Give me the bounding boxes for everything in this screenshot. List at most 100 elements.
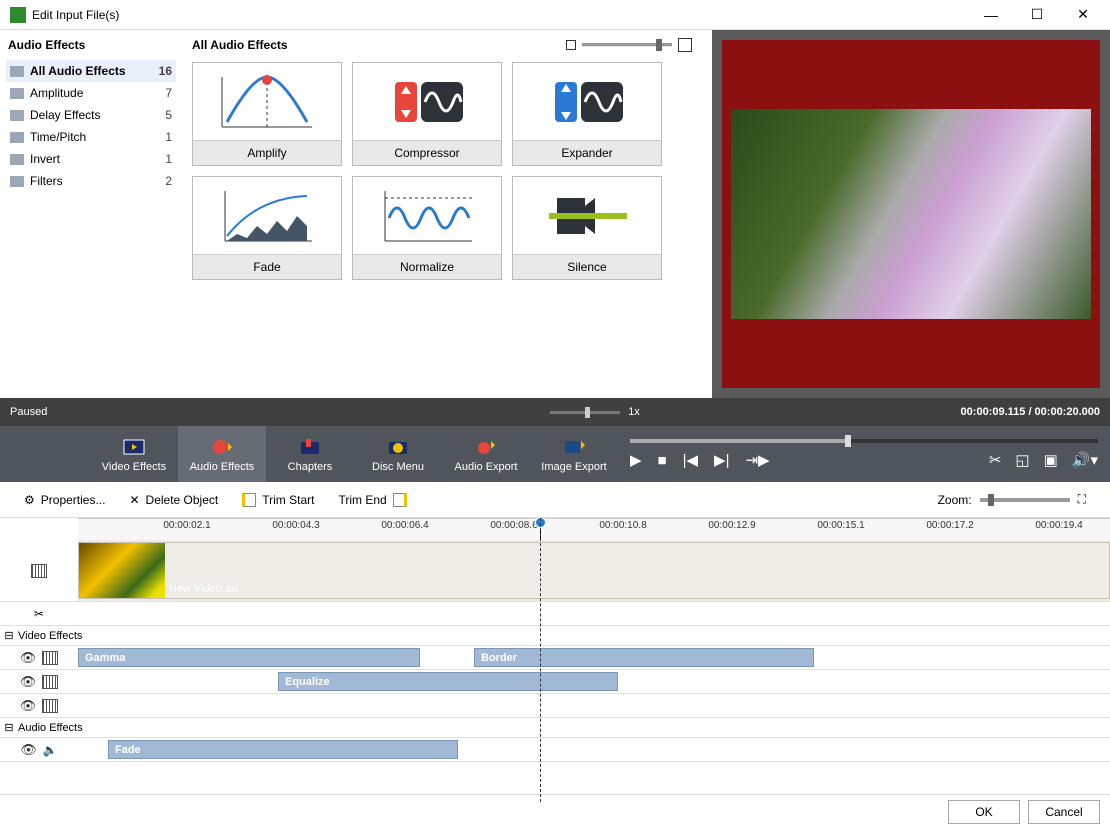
audio-export-icon bbox=[473, 436, 499, 458]
cancel-button[interactable]: Cancel bbox=[1028, 800, 1100, 824]
fit-zoom-icon[interactable]: ⛶ bbox=[1078, 492, 1086, 507]
timeline-ruler[interactable]: 00:00:02.1 00:00:04.3 00:00:06.4 00:00:0… bbox=[78, 518, 1110, 540]
ok-button[interactable]: OK bbox=[948, 800, 1020, 824]
filmstrip-icon bbox=[42, 699, 58, 713]
play-section-button[interactable]: ⇥▶ bbox=[745, 451, 769, 469]
video-effects-group[interactable]: ⊟ Video Effects bbox=[0, 626, 1110, 646]
audio-effects-icon bbox=[209, 436, 235, 458]
collapse-icon[interactable]: ⊟ bbox=[4, 629, 14, 642]
timeline: 00:00:02.1 00:00:04.3 00:00:06.4 00:00:0… bbox=[0, 518, 1110, 802]
tab-video-effects[interactable]: Video Effects bbox=[90, 426, 178, 482]
next-frame-button[interactable]: ▶| bbox=[714, 451, 729, 469]
eye-icon[interactable]: 👁 bbox=[20, 674, 37, 690]
large-thumb-icon bbox=[678, 38, 692, 52]
trim-start-button[interactable]: Trim Start bbox=[242, 493, 314, 507]
delete-object-button[interactable]: ✕ Delete Object bbox=[129, 493, 218, 507]
disc-menu-icon bbox=[385, 436, 411, 458]
sidebar-item-invert[interactable]: Invert 1 bbox=[6, 148, 176, 170]
tab-audio-export[interactable]: Audio Export bbox=[442, 426, 530, 482]
gear-icon: ⚙ bbox=[24, 493, 35, 507]
clip-border[interactable]: Border bbox=[474, 648, 814, 667]
clip-fade[interactable]: Fade bbox=[108, 740, 458, 759]
video-clip[interactable]: New Video.avi bbox=[78, 542, 1110, 599]
clip-equalize[interactable]: Equalize bbox=[278, 672, 618, 691]
sidebar-item-timepitch[interactable]: Time/Pitch 1 bbox=[6, 126, 176, 148]
eye-icon[interactable]: 👁 bbox=[20, 742, 37, 758]
filmstrip-icon bbox=[42, 675, 58, 689]
snapshot-icon[interactable]: ▣ bbox=[1044, 451, 1058, 469]
playback-speed: 1x bbox=[628, 406, 640, 418]
clip-thumbnail bbox=[79, 543, 165, 598]
folder-icon bbox=[10, 66, 24, 77]
playhead-line bbox=[540, 518, 541, 802]
filmstrip-icon bbox=[31, 564, 47, 578]
volume-icon[interactable]: 🔊▾ bbox=[1072, 451, 1098, 469]
preview-video[interactable] bbox=[722, 40, 1100, 388]
properties-button[interactable]: ⚙ Properties... bbox=[24, 493, 105, 507]
effects-sidebar: Audio Effects All Audio Effects 16 Ampli… bbox=[0, 30, 182, 398]
video-track[interactable]: New Video.avi bbox=[0, 540, 1110, 602]
speaker-icon: 🔈 bbox=[43, 743, 58, 757]
effect-fade[interactable]: Fade bbox=[192, 176, 342, 280]
scissors-icon[interactable]: ✂ bbox=[34, 607, 44, 621]
tab-chapters[interactable]: Chapters bbox=[266, 426, 354, 482]
trim-end-button[interactable]: Trim End bbox=[338, 493, 406, 507]
trim-start-icon bbox=[242, 493, 256, 507]
zoom-label: Zoom: bbox=[938, 493, 972, 507]
eye-icon[interactable]: 👁 bbox=[20, 650, 37, 666]
small-thumb-icon bbox=[566, 40, 576, 50]
collapse-icon[interactable]: ⊟ bbox=[4, 721, 14, 734]
thumb-slider-track[interactable] bbox=[582, 43, 672, 47]
stop-button[interactable]: ■ bbox=[658, 452, 667, 469]
tab-disc-menu[interactable]: Disc Menu bbox=[354, 426, 442, 482]
trim-end-icon bbox=[393, 493, 407, 507]
effect-amplify[interactable]: Amplify bbox=[192, 62, 342, 166]
seek-bar[interactable] bbox=[630, 439, 1098, 443]
cut-icon[interactable]: ✂ bbox=[989, 451, 1002, 469]
seek-area: ▶ ■ |◀ ▶| ⇥▶ ✂ ◱ ▣ 🔊▾ bbox=[618, 426, 1110, 482]
thumbnail-size-slider[interactable] bbox=[566, 38, 692, 52]
tab-image-export[interactable]: Image Export bbox=[530, 426, 618, 482]
filmstrip-icon bbox=[42, 651, 58, 665]
effect-compressor[interactable]: Compressor bbox=[352, 62, 502, 166]
tab-audio-effects[interactable]: Audio Effects bbox=[178, 426, 266, 482]
effect-silence[interactable]: Silence bbox=[512, 176, 662, 280]
timeline-toolbar: ⚙ Properties... ✕ Delete Object Trim Sta… bbox=[0, 482, 1110, 518]
audio-effects-group[interactable]: ⊟ Audio Effects bbox=[0, 718, 1110, 738]
tool-tabs: Video Effects Audio Effects Chapters Dis… bbox=[0, 426, 1110, 482]
audio-effect-track-1[interactable]: 👁 🔈 Fade bbox=[0, 738, 1110, 762]
folder-icon bbox=[10, 88, 24, 99]
effect-track-1[interactable]: 👁 Gamma Border bbox=[0, 646, 1110, 670]
effect-normalize[interactable]: Normalize bbox=[352, 176, 502, 280]
image-export-icon bbox=[561, 436, 587, 458]
play-button[interactable]: ▶ bbox=[630, 451, 642, 469]
zoom-slider[interactable] bbox=[980, 498, 1070, 502]
close-button[interactable]: ✕ bbox=[1060, 0, 1106, 30]
crop-icon[interactable]: ◱ bbox=[1015, 451, 1029, 469]
effect-track-3[interactable]: 👁 bbox=[0, 694, 1110, 718]
maximize-button[interactable]: ☐ bbox=[1014, 0, 1060, 30]
speed-slider[interactable] bbox=[550, 411, 620, 414]
eye-icon[interactable]: 👁 bbox=[20, 698, 37, 714]
window-title: Edit Input File(s) bbox=[32, 8, 968, 22]
folder-icon bbox=[10, 154, 24, 165]
dialog-buttons: OK Cancel bbox=[0, 794, 1110, 828]
playback-status: Paused bbox=[10, 406, 100, 418]
delete-icon: ✕ bbox=[129, 493, 139, 507]
folder-icon bbox=[10, 110, 24, 121]
sidebar-item-filters[interactable]: Filters 2 bbox=[6, 170, 176, 192]
preview-pane bbox=[712, 30, 1110, 398]
sidebar-item-amplitude[interactable]: Amplitude 7 bbox=[6, 82, 176, 104]
effect-expander[interactable]: Expander bbox=[512, 62, 662, 166]
chapters-icon bbox=[297, 436, 323, 458]
prev-frame-button[interactable]: |◀ bbox=[683, 451, 698, 469]
minimize-button[interactable]: — bbox=[968, 0, 1014, 30]
video-effects-icon bbox=[121, 436, 147, 458]
app-icon bbox=[10, 7, 26, 23]
sidebar-item-all[interactable]: All Audio Effects 16 bbox=[6, 60, 176, 82]
sidebar-heading: Audio Effects bbox=[6, 38, 176, 52]
sidebar-item-delay[interactable]: Delay Effects 5 bbox=[6, 104, 176, 126]
effect-track-2[interactable]: 👁 Equalize bbox=[0, 670, 1110, 694]
clip-gamma[interactable]: Gamma bbox=[78, 648, 420, 667]
folder-icon bbox=[10, 132, 24, 143]
